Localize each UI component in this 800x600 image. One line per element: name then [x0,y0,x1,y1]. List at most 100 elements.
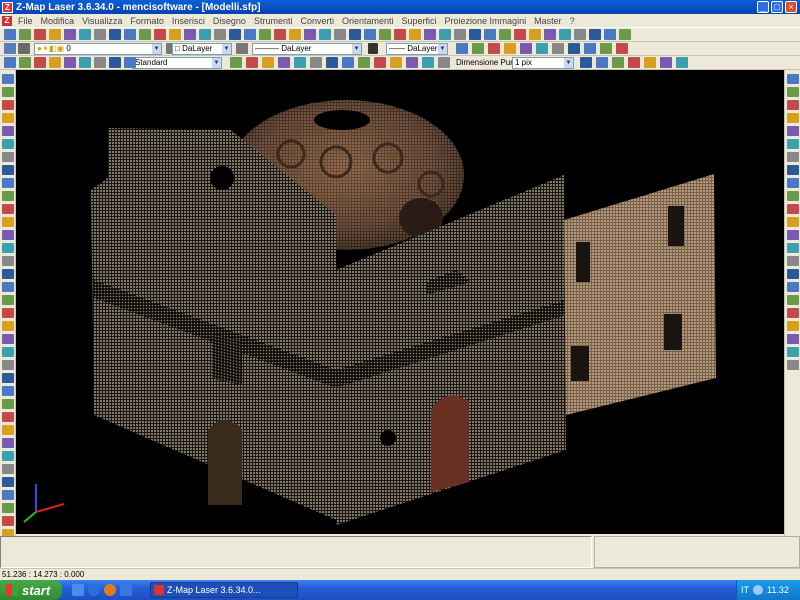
tool-button-icon[interactable] [349,29,361,40]
tool-button-icon[interactable] [2,165,14,175]
tool-button-icon[interactable] [787,295,799,305]
tool-button-icon[interactable] [64,29,76,40]
tool-button-icon[interactable] [109,29,121,40]
tool-button-icon[interactable] [589,29,601,40]
tool-button-icon[interactable] [342,57,354,68]
tool-button-icon[interactable] [379,29,391,40]
tool-button-icon[interactable] [2,204,14,214]
tool-button-icon[interactable] [787,126,799,136]
tool-button-icon[interactable] [230,57,242,68]
tool-button-icon[interactable] [79,57,91,68]
tool-button-icon[interactable] [358,57,370,68]
start-button[interactable]: start [0,580,62,600]
model-viewport[interactable] [16,70,784,534]
menu-modifica[interactable]: Modifica [37,16,79,26]
layer-manager-icon[interactable] [18,43,30,54]
tool-button-icon[interactable] [2,243,14,253]
app-icon[interactable]: Z [2,1,13,13]
tool-button-icon[interactable] [124,57,136,68]
tool-button-icon[interactable] [109,57,121,68]
menu-formato[interactable]: Formato [126,16,168,26]
tool-button-icon[interactable] [2,360,14,370]
tool-button-icon[interactable] [520,43,532,54]
clock[interactable]: 11.32 [767,585,789,595]
tool-button-icon[interactable] [454,29,466,40]
tool-button-icon[interactable] [390,57,402,68]
lineweight-select[interactable]: —— DaLayer ▼ [386,43,448,55]
menu-superfici[interactable]: Superfici [398,16,441,26]
chevron-down-icon[interactable]: ▼ [438,44,447,54]
tool-button-icon[interactable] [244,29,256,40]
tool-button-icon[interactable] [246,57,258,68]
tool-button-icon[interactable] [787,230,799,240]
tool-button-icon[interactable] [2,178,14,188]
tool-button-icon[interactable] [2,74,14,84]
tool-button-icon[interactable] [2,152,14,162]
tool-button-icon[interactable] [2,438,14,448]
tool-button-icon[interactable] [278,57,290,68]
tool-button-icon[interactable] [2,230,14,240]
tool-button-icon[interactable] [2,516,14,526]
tool-button-icon[interactable] [79,29,91,40]
tool-button-icon[interactable] [274,29,286,40]
tool-button-icon[interactable] [612,57,624,68]
tool-button-icon[interactable] [2,256,14,266]
tool-button-icon[interactable] [2,503,14,513]
tool-button-icon[interactable] [319,29,331,40]
tool-button-icon[interactable] [2,113,14,123]
tool-button-icon[interactable] [580,57,592,68]
tool-button-icon[interactable] [364,29,376,40]
tool-button-icon[interactable] [536,43,548,54]
menu-master[interactable]: Master [530,16,566,26]
tool-button-icon[interactable] [2,282,14,292]
color-select[interactable]: □ DaLayer ▼ [172,43,232,55]
tool-button-icon[interactable] [139,29,151,40]
tool-button-icon[interactable] [559,29,571,40]
tool-button-icon[interactable] [552,43,564,54]
tool-button-icon[interactable] [787,100,799,110]
close-icon[interactable]: × [785,1,797,13]
tool-button-icon[interactable] [289,29,301,40]
tool-button-icon[interactable] [787,282,799,292]
tool-button-icon[interactable] [787,113,799,123]
tool-button-icon[interactable] [424,29,436,40]
tool-button-icon[interactable] [438,57,450,68]
menu-visualizza[interactable]: Visualizza [78,16,126,26]
chevron-down-icon[interactable]: ▼ [564,58,573,68]
tool-button-icon[interactable] [19,29,31,40]
taskbar-item-zmap[interactable]: Z-Map Laser 3.6.34.0... [150,582,298,598]
tool-button-icon[interactable] [2,269,14,279]
menu-file[interactable]: File [14,16,37,26]
tool-button-icon[interactable] [262,57,274,68]
tool-button-icon[interactable] [19,57,31,68]
tool-button-icon[interactable] [229,29,241,40]
tool-button-icon[interactable] [2,490,14,500]
tool-button-icon[interactable] [394,29,406,40]
tool-button-icon[interactable] [787,243,799,253]
tool-button-icon[interactable] [787,139,799,149]
tray-icon[interactable] [753,585,763,595]
tool-button-icon[interactable] [787,347,799,357]
tool-button-icon[interactable] [2,191,14,201]
tool-button-icon[interactable] [2,100,14,110]
menu-orientamenti[interactable]: Orientamenti [338,16,398,26]
tool-button-icon[interactable] [604,29,616,40]
tool-button-icon[interactable] [2,412,14,422]
tool-button-icon[interactable] [2,217,14,227]
chevron-down-icon[interactable]: ▼ [152,44,161,54]
text-style-select[interactable]: Standard ▼ [132,57,222,69]
tool-button-icon[interactable] [34,29,46,40]
tool-button-icon[interactable] [787,165,799,175]
tool-button-icon[interactable] [787,217,799,227]
tool-button-icon[interactable] [294,57,306,68]
menu-inserisci[interactable]: Inserisci [168,16,209,26]
chevron-down-icon[interactable]: ▼ [222,44,231,54]
tool-button-icon[interactable] [2,451,14,461]
tool-button-icon[interactable] [4,29,16,40]
tool-button-icon[interactable] [214,29,226,40]
media-icon[interactable] [120,584,132,596]
tool-button-icon[interactable] [2,347,14,357]
menu-strumenti[interactable]: Strumenti [250,16,297,26]
tool-button-icon[interactable] [787,74,799,84]
tool-button-icon[interactable] [568,43,580,54]
